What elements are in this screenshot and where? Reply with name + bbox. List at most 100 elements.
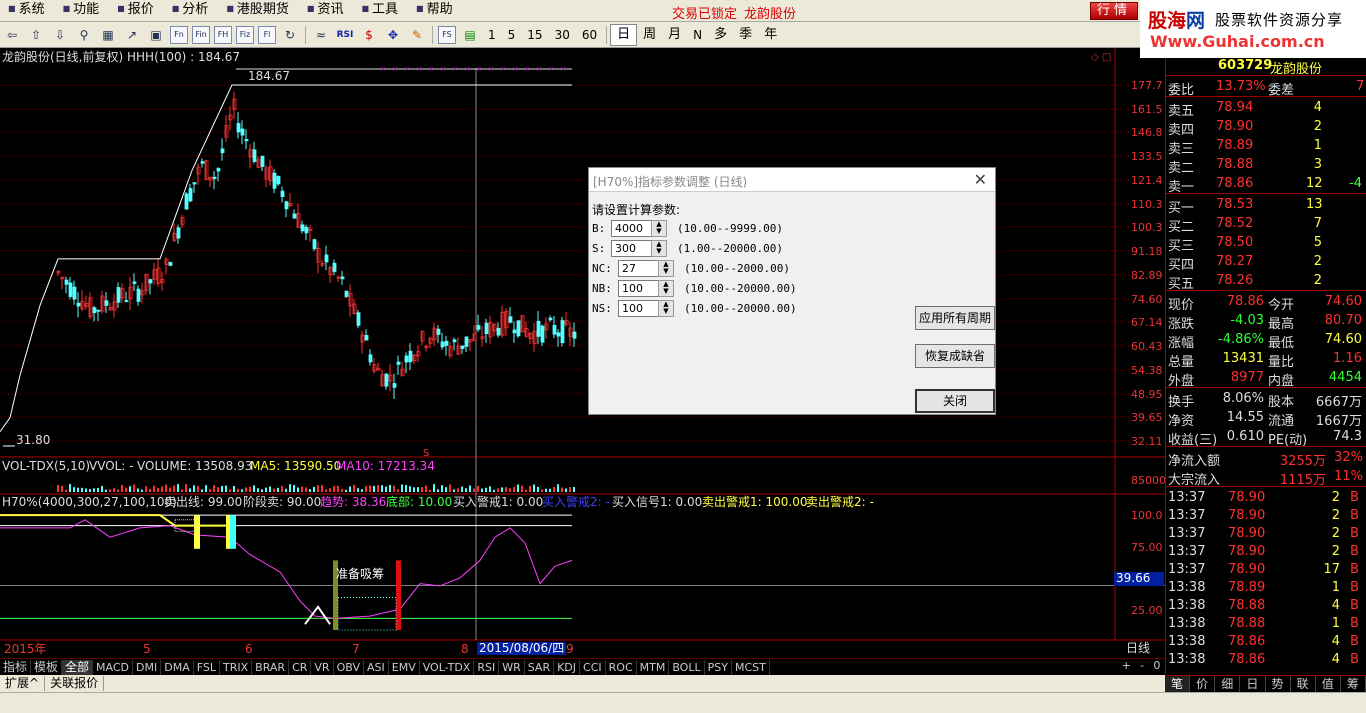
restore-default-button[interactable]: 恢复成缺省 (915, 344, 995, 368)
index-tab-obv[interactable]: OBV (334, 659, 364, 675)
menu-tools[interactable]: 工具 (353, 0, 408, 22)
period-1min[interactable]: 1 (482, 25, 502, 45)
zoom-in-button[interactable]: + (1122, 659, 1131, 674)
h70-current-value: 39.66 (1114, 572, 1164, 586)
quote-tab-7[interactable]: 筹 (1341, 676, 1366, 692)
related-quote-button[interactable]: 关联报价 (45, 676, 105, 691)
menu-system[interactable]: 系统 (0, 0, 55, 22)
window-icon[interactable]: ▣ (146, 25, 166, 45)
zoom-controls: + - 0 (1117, 659, 1165, 674)
close-icon[interactable]: ✕ (974, 170, 987, 189)
volume-bar (89, 489, 91, 492)
fn-icon[interactable]: Fn (170, 25, 188, 44)
wave-icon[interactable]: ≈ (311, 25, 331, 45)
move-icon[interactable]: ✥ (383, 25, 403, 45)
fh-icon[interactable]: FH (214, 25, 232, 44)
index-tab-指标[interactable]: 指标 (0, 659, 32, 675)
period-15min[interactable]: 15 (521, 25, 548, 45)
period-5min[interactable]: 5 (502, 25, 522, 45)
index-tab-kdj[interactable]: KDJ (554, 659, 581, 675)
period-quarter[interactable]: 季 (733, 25, 758, 45)
spinner-icon[interactable]: ▲ ▼ (658, 260, 674, 277)
dialog-titlebar[interactable]: [H70%]指标参数调整 (日线) ✕ (589, 168, 995, 192)
menu-function[interactable]: 功能 (55, 0, 110, 22)
refresh-icon[interactable]: ↻ (280, 25, 300, 45)
quote-tab-0[interactable]: 笔 (1165, 676, 1191, 692)
top-marker: × (548, 65, 554, 73)
index-tab-vol-tdx[interactable]: VOL-TDX (420, 659, 475, 675)
chart-corner-icon[interactable]: ◇ □ (1091, 51, 1111, 64)
menu-news[interactable]: 资讯 (299, 0, 354, 22)
dollar-icon[interactable]: $ (359, 25, 379, 45)
down-arrow-icon[interactable]: ⇩ (50, 25, 70, 45)
rsi-icon[interactable]: RSI (335, 25, 355, 45)
spinner-icon[interactable]: ▲ ▼ (651, 240, 667, 257)
index-tab-roc[interactable]: ROC (606, 659, 637, 675)
index-tab-cci[interactable]: CCI (580, 659, 606, 675)
period-multi[interactable]: 多 (708, 25, 733, 45)
trade-lock-status: 交易已锁定 (672, 7, 738, 22)
apply-all-periods-button[interactable]: 应用所有周期 (915, 306, 995, 330)
index-tab-cr[interactable]: CR (289, 659, 312, 675)
spinner-icon[interactable]: ▲ ▼ (658, 300, 674, 317)
up-arrow-icon[interactable]: ⇧ (26, 25, 46, 45)
grid-icon[interactable]: ▦ (98, 25, 118, 45)
index-tab-asi[interactable]: ASI (364, 659, 389, 675)
index-tab-boll[interactable]: BOLL (669, 659, 705, 675)
index-tab-mcst[interactable]: MCST (732, 659, 770, 675)
index-tab-macd[interactable]: MACD (93, 659, 134, 675)
index-tab-模板[interactable]: 模板 (31, 659, 63, 675)
brand-slogan: 股票软件资源分享 (1215, 11, 1344, 29)
fs-icon[interactable]: FS (438, 25, 456, 44)
quote-tab-4[interactable]: 势 (1266, 676, 1291, 692)
y-tick-label: 121.4 (1131, 174, 1163, 187)
zoom-reset-button[interactable]: 0 (1153, 659, 1160, 674)
quote-tab-6[interactable]: 值 (1316, 676, 1341, 692)
index-tab-rsi[interactable]: RSI (474, 659, 500, 675)
volume-bar (393, 485, 395, 492)
index-tab-vr[interactable]: VR (311, 659, 334, 675)
index-tab-sar[interactable]: SAR (525, 659, 555, 675)
zoom-out-button[interactable]: - (1140, 659, 1144, 674)
menu-quote[interactable]: 报价 (109, 0, 164, 22)
period-30min[interactable]: 30 (549, 25, 576, 45)
index-tab-brar[interactable]: BRAR (252, 659, 290, 675)
index-tab-trix[interactable]: TRIX (220, 659, 253, 675)
zoom-icon[interactable]: ⚲ (74, 25, 94, 45)
index-tab-全部[interactable]: 全部 (62, 659, 94, 675)
period-year[interactable]: 年 (758, 25, 783, 45)
back-arrow-icon[interactable]: ⇦ (2, 25, 22, 45)
menu-analysis[interactable]: 分析 (164, 0, 219, 22)
index-tab-fsl[interactable]: FSL (194, 659, 220, 675)
spinner-icon[interactable]: ▲ ▼ (658, 280, 674, 297)
pencil-icon[interactable]: ✎ (407, 25, 427, 45)
quote-tab-5[interactable]: 联 (1291, 676, 1316, 692)
line-chart-icon[interactable]: ↗ (122, 25, 142, 45)
expand-button[interactable]: 扩展^ (0, 676, 46, 691)
image-icon[interactable]: ▤ (460, 25, 480, 45)
quote-tab-1[interactable]: 价 (1190, 676, 1216, 692)
quote-tab-2[interactable]: 细 (1215, 676, 1241, 692)
index-tab-psy[interactable]: PSY (705, 659, 732, 675)
period-60min[interactable]: 60 (576, 25, 603, 45)
period-month[interactable]: 月 (662, 25, 687, 45)
menu-hk-futures[interactable]: 港股期货 (218, 0, 299, 22)
quote-button[interactable]: 行情 (1090, 2, 1138, 20)
index-tab-emv[interactable]: EMV (389, 659, 420, 675)
index-tab-mtm[interactable]: MTM (637, 659, 670, 675)
index-tab-wr[interactable]: WR (499, 659, 525, 675)
quote-tab-3[interactable]: 日 (1240, 676, 1266, 692)
menu-help[interactable]: 帮助 (408, 0, 463, 22)
fl-icon[interactable]: Fl (258, 25, 276, 44)
index-tab-dma[interactable]: DMA (161, 659, 194, 675)
period-n[interactable]: N (687, 25, 708, 45)
period-day[interactable]: 日 (610, 23, 638, 46)
panel-separator (1166, 75, 1366, 76)
fiz-icon[interactable]: Fiz (236, 25, 254, 44)
dialog-close-button[interactable]: 关闭 (915, 389, 995, 413)
top-marker: × (464, 65, 470, 73)
spinner-icon[interactable]: ▲ ▼ (651, 220, 667, 237)
period-week[interactable]: 周 (637, 25, 662, 45)
fin-icon[interactable]: Fin (192, 25, 210, 44)
index-tab-dmi[interactable]: DMI (133, 659, 162, 675)
